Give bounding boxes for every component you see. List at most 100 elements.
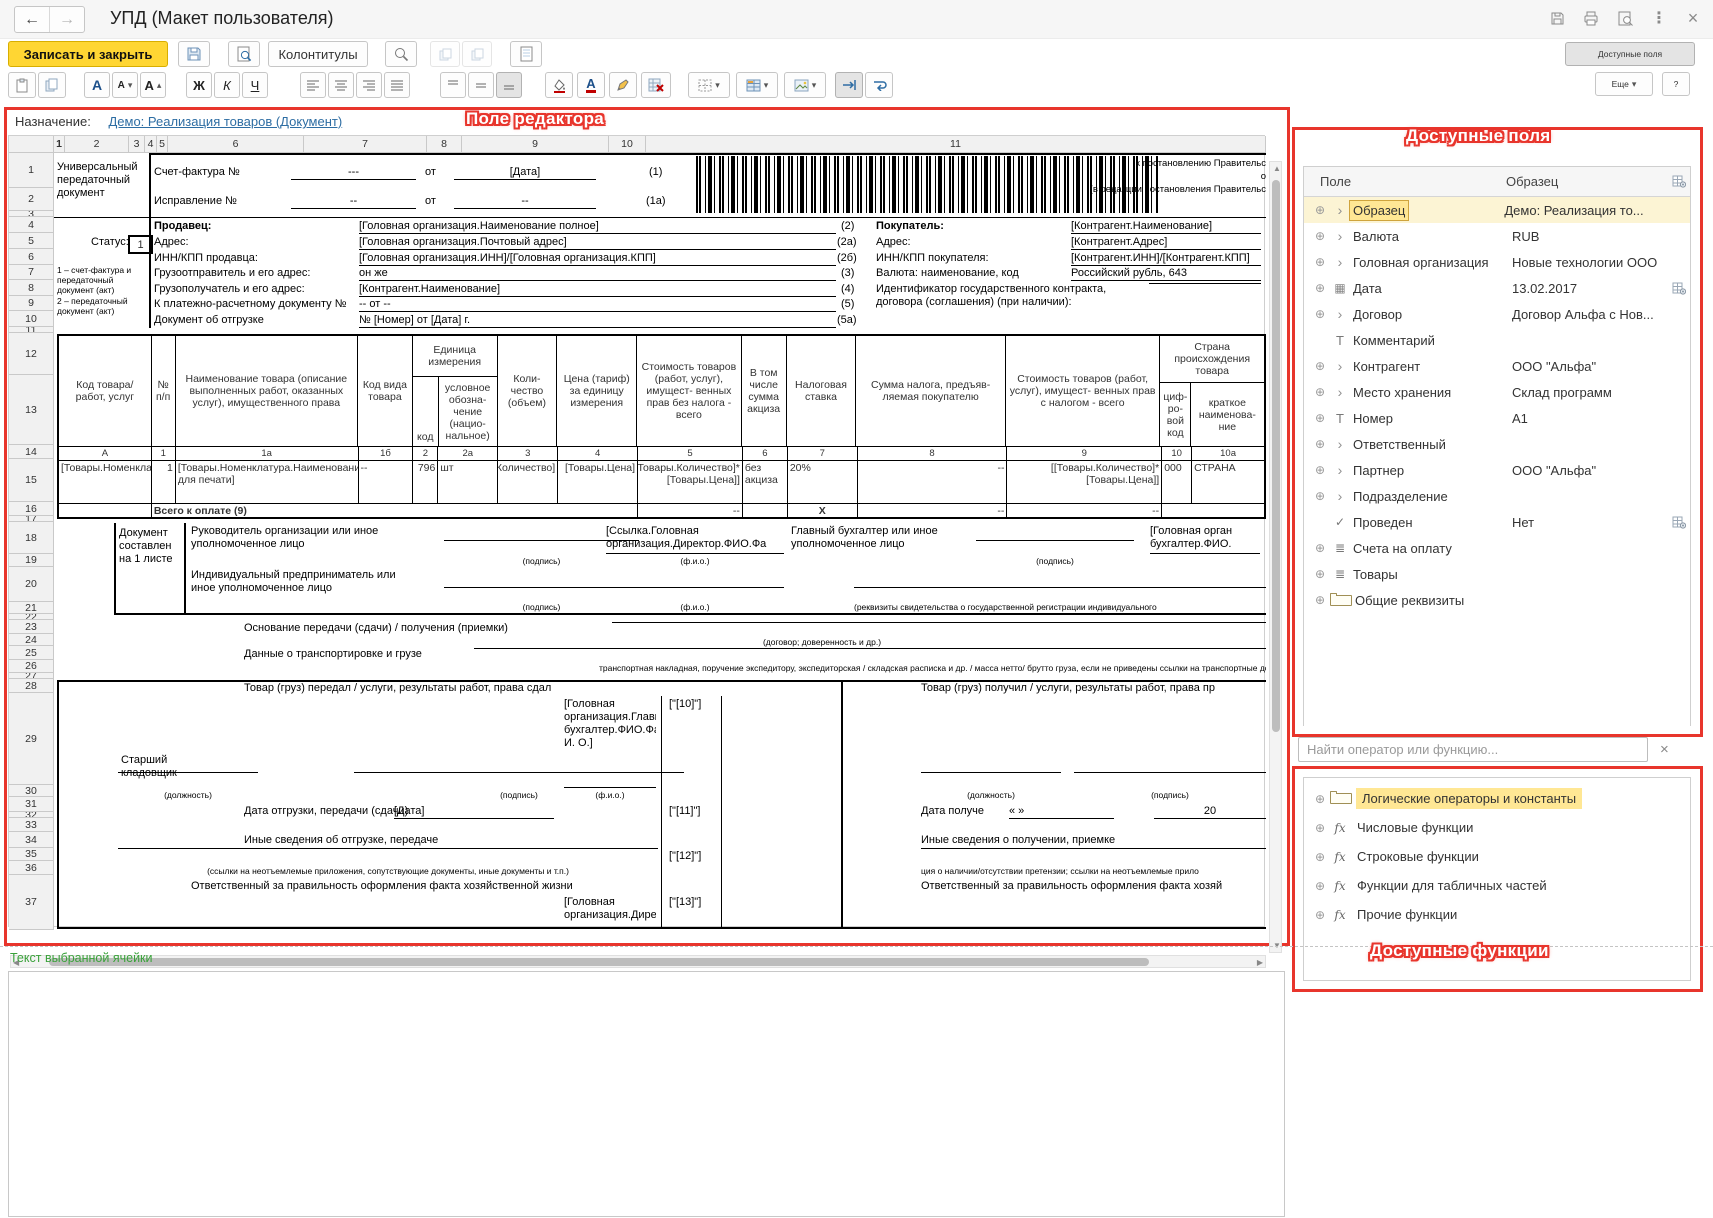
responsible-fio[interactable]: [Головная организация.Директор.ФИО.Фами xyxy=(564,896,656,929)
bold-button[interactable]: Ж xyxy=(186,72,212,98)
field-row[interactable]: ⊕ › Контрагент ООО "Альфа" xyxy=(1304,353,1690,379)
page-setup-button[interactable] xyxy=(510,41,542,67)
kebab-menu-icon[interactable]: ⋮ xyxy=(1649,8,1669,28)
vertical-scroll-thumb[interactable] xyxy=(1272,180,1280,732)
print-icon[interactable] xyxy=(1581,8,1601,28)
function-row[interactable]: ⊕ Логические операторы и константы xyxy=(1304,784,1690,813)
expand-plus-icon[interactable]: ⊕ xyxy=(1310,229,1330,243)
field-row[interactable]: ⊕ › Ответственный xyxy=(1304,431,1690,457)
field-row[interactable]: ⊕ › Головная организация Новые технологи… xyxy=(1304,249,1690,275)
data-row[interactable]: [Товары.Номенклатура.Код]1 [Товары.Номен… xyxy=(59,460,1264,503)
function-row[interactable]: ⊕ fx Функции для табличных частей xyxy=(1304,871,1690,900)
gov-contract-value[interactable] xyxy=(1149,283,1261,284)
font-color-button[interactable]: А xyxy=(577,72,605,98)
seller-addr-value[interactable]: [Головная организация.Почтовый адрес] xyxy=(359,236,836,250)
text-orientation-button[interactable] xyxy=(835,72,863,98)
row-header-cell[interactable]: 35 xyxy=(9,848,54,861)
column-header-cell[interactable]: 2 xyxy=(65,136,129,153)
picture-dropdown[interactable]: ▾ xyxy=(784,72,826,98)
row-header-cell[interactable]: 34 xyxy=(9,832,54,848)
scroll-up-icon[interactable]: ▲ xyxy=(1273,164,1281,173)
items-table[interactable]: Код товара/ работ, услуг № п/п Наименова… xyxy=(57,334,1266,519)
preview-button[interactable] xyxy=(228,41,260,67)
expand-plus-icon[interactable]: ⊕ xyxy=(1310,411,1330,425)
ship-date-value[interactable]: [Дата] xyxy=(394,805,554,819)
row-header-cell[interactable]: 25 xyxy=(9,646,54,660)
save-close-button[interactable]: Записать и закрыть xyxy=(8,41,168,67)
row-header-cell[interactable]: 2 xyxy=(9,188,54,211)
row-header-cell[interactable]: 1 xyxy=(9,153,54,188)
expand-plus-icon[interactable]: ⊕ xyxy=(1310,593,1330,607)
font-button[interactable]: А xyxy=(84,72,110,98)
close-icon[interactable]: × xyxy=(1683,8,1703,28)
expand-plus-icon[interactable]: ⊕ xyxy=(1310,908,1330,922)
row-header-cell[interactable]: 30 xyxy=(9,785,54,797)
row-header-cell[interactable]: 8 xyxy=(9,280,54,296)
function-row[interactable]: ⊕ fx Числовые функции xyxy=(1304,813,1690,842)
font-shrink-button[interactable]: А▾ xyxy=(112,72,138,98)
field-row[interactable]: ⊕ › Подразделение xyxy=(1304,483,1690,509)
row-header-cell[interactable]: 20 xyxy=(9,567,54,602)
clear-format-button[interactable] xyxy=(641,72,671,98)
row-header-cell[interactable]: 12 xyxy=(9,333,54,375)
forward-button[interactable]: → xyxy=(49,7,84,32)
field-row[interactable]: ⊕ ▦ Дата 13.02.2017 xyxy=(1304,275,1690,301)
expand-plus-icon[interactable]: ⊕ xyxy=(1310,255,1330,269)
correction-value[interactable]: -- xyxy=(291,195,416,209)
italic-button[interactable]: К xyxy=(214,72,240,98)
receive-year[interactable]: 20 xyxy=(1154,805,1266,819)
scroll-right-icon[interactable]: ▶ xyxy=(1257,958,1263,967)
row-header-cell[interactable]: 18 xyxy=(9,522,54,554)
row-header-cell[interactable]: 19 xyxy=(9,554,54,567)
editor-horizontal-scrollbar[interactable]: ◀ ▶ xyxy=(10,955,1266,968)
row-header-cell[interactable]: 31 xyxy=(9,797,54,812)
field-row[interactable]: ⊕ › Договор Договор Альфа с Нов... xyxy=(1304,301,1690,327)
template-editor-area[interactable]: Поле редактора Назначение: Демо: Реализа… xyxy=(4,107,1290,946)
copy-format-button[interactable] xyxy=(38,72,66,98)
column-header-cell[interactable]: 7 xyxy=(304,136,427,153)
currency-value[interactable]: Российский рубль, 643 xyxy=(1071,267,1261,281)
column-header-cell[interactable]: 11 xyxy=(646,136,1266,153)
expand-plus-icon[interactable]: ⊕ xyxy=(1310,792,1330,806)
expand-plus-icon[interactable]: ⊕ xyxy=(1310,359,1330,373)
column-header-cell[interactable]: 4 xyxy=(145,136,157,153)
field-row[interactable]: ⊕ › Партнер ООО "Альфа" xyxy=(1304,457,1690,483)
seller-value[interactable]: [Головная организация.Наименование полно… xyxy=(359,220,836,234)
expand-plus-icon[interactable]: ⊕ xyxy=(1310,281,1330,295)
expand-plus-icon[interactable]: ⊕ xyxy=(1310,850,1330,864)
keeper-position[interactable]: Старший кладовщик xyxy=(121,754,189,780)
row-header-cell[interactable]: 33 xyxy=(9,818,54,832)
row-header-cell[interactable]: 6 xyxy=(9,249,54,265)
configure-icon[interactable] xyxy=(1668,175,1690,188)
borders-dropdown[interactable]: ▾ xyxy=(688,72,730,98)
align-center-button[interactable] xyxy=(328,72,354,98)
help-button[interactable]: ? xyxy=(1662,72,1690,96)
more-button[interactable]: Еще▾ xyxy=(1595,72,1653,96)
save-button[interactable] xyxy=(178,41,210,67)
seller-inn-value[interactable]: [Головная организация.ИНН]/[Головная орг… xyxy=(359,252,836,266)
expand-plus-icon[interactable]: ⊕ xyxy=(1310,821,1330,835)
edit-cell-button[interactable] xyxy=(609,72,637,98)
field-row[interactable]: ⊕ ✓ Проведен Нет xyxy=(1304,509,1690,535)
assignment-link[interactable]: Демо: Реализация товаров (Документ) xyxy=(108,114,342,129)
field-row[interactable]: ⊕ ≣ Счета на оплату xyxy=(1304,535,1690,561)
row-header-cell[interactable]: 28 xyxy=(9,679,54,693)
paste-button[interactable] xyxy=(8,72,36,98)
row-header-cell[interactable]: 5 xyxy=(9,233,54,249)
field-row[interactable]: ⊕ › Место хранения Склад программ xyxy=(1304,379,1690,405)
expand-plus-icon[interactable]: ⊕ xyxy=(1310,489,1330,503)
buyer-value[interactable]: [Контрагент.Наименование] xyxy=(1071,220,1261,234)
column-header-cell[interactable]: 3 xyxy=(129,136,145,153)
chief-fio[interactable]: [Головная орган бухгалтер.ФИО. xyxy=(1150,525,1260,554)
keeper-fio[interactable]: [Головная организация.Главный бухгалтер.… xyxy=(564,698,656,788)
expand-plus-icon[interactable]: ⊕ xyxy=(1310,463,1330,477)
row-header-cell[interactable]: 14 xyxy=(9,445,54,459)
preview-icon[interactable] xyxy=(1615,8,1635,28)
expand-plus-icon[interactable]: ⊕ xyxy=(1310,307,1330,321)
expand-plus-icon[interactable]: ⊕ xyxy=(1310,385,1330,399)
column-header-cell[interactable]: 8 xyxy=(427,136,462,153)
receive-date-quotes[interactable]: « » xyxy=(1009,805,1114,819)
column-header-cell[interactable]: 9 xyxy=(462,136,609,153)
column-header-cell[interactable]: 5 xyxy=(157,136,168,153)
row-header-cell[interactable]: 16 xyxy=(9,502,54,516)
